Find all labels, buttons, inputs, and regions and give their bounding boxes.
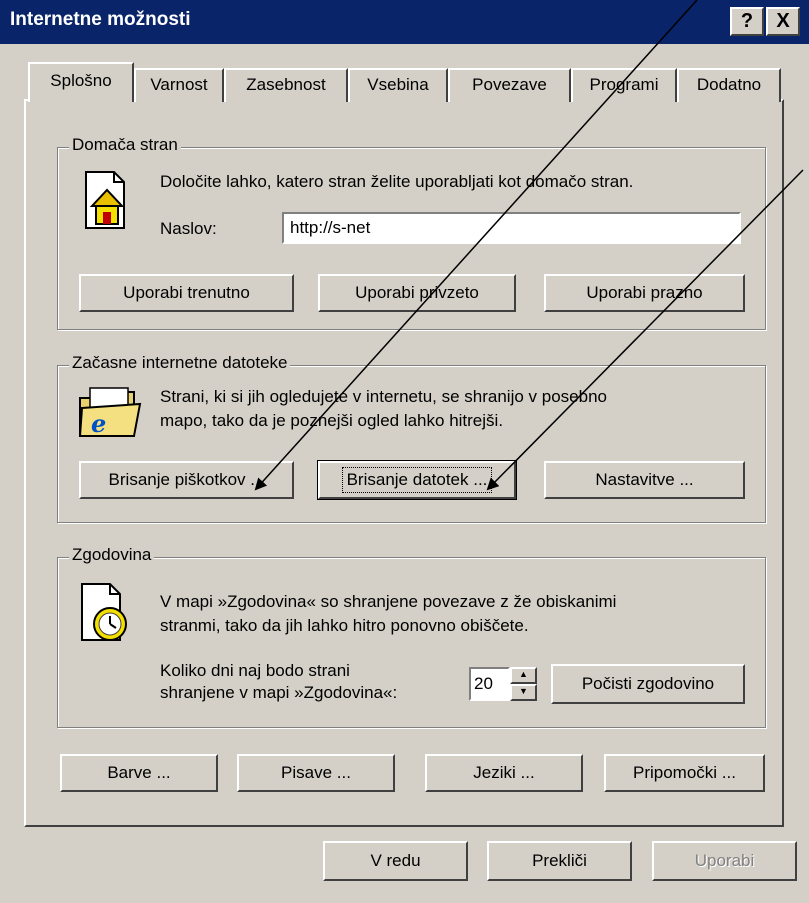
arrow-to-delete-files: [486, 169, 804, 491]
arrow-to-delete-cookies: [254, 0, 698, 491]
annotation-arrows: [254, 0, 804, 491]
tab-general[interactable]: Splošno: [28, 62, 134, 102]
